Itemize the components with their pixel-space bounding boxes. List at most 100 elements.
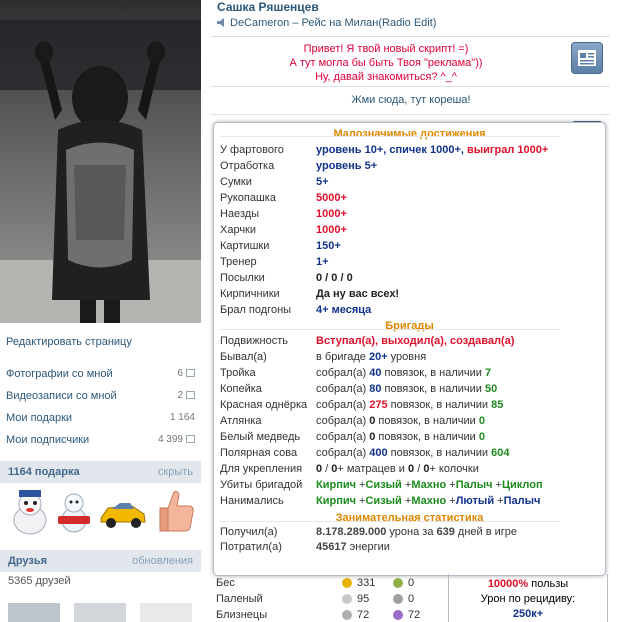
- speaker-icon: [217, 18, 224, 27]
- achievements-row: Картишки 150+: [220, 240, 600, 256]
- bonus-suffix: пользы: [528, 578, 569, 590]
- gift-snowman-icon[interactable]: [52, 486, 96, 536]
- row-value: 45617 энергии: [316, 541, 390, 553]
- value-part: собрал(а): [316, 367, 370, 379]
- coin-icon: [342, 610, 352, 620]
- avatar[interactable]: [0, 0, 201, 323]
- value-part: Сизый: [365, 495, 402, 507]
- bonus-box: 10000% пользы Урон по рецидиву: 250к+: [448, 574, 608, 622]
- row-label: Полярная сова: [220, 447, 298, 459]
- value-part: Да ну вас всех!: [316, 288, 400, 300]
- gifts-row: [0, 484, 201, 544]
- bottom-row-label: Близнецы: [216, 609, 268, 621]
- value-part: уровень 10+, спичек 1000+,: [316, 144, 467, 156]
- row-label: Подвижность: [220, 335, 289, 347]
- row-label: Тренер: [220, 256, 257, 268]
- news-button[interactable]: [571, 42, 603, 74]
- friend-avatar[interactable]: [8, 603, 60, 622]
- row-value: собрал(а) 40 повязок, в наличии 7: [316, 367, 491, 379]
- brigades-row: Тройка собрал(а) 40 повязок, в наличии 7: [220, 367, 600, 383]
- my-gifts-link[interactable]: Мои подарки 1 164: [6, 412, 195, 428]
- brigades-row: Подвижность Вступал(а), выходил(а), созда…: [220, 335, 600, 351]
- friends-updates-link[interactable]: обновления: [132, 555, 193, 567]
- value-part: Сизый: [365, 479, 402, 491]
- row-label: Бывал(а): [220, 351, 267, 363]
- row-value: в бригаде 20+ уровня: [316, 351, 426, 363]
- value-part: Циклоп: [501, 479, 543, 491]
- friend-avatar[interactable]: [74, 603, 126, 622]
- row-label: Убиты бригадой: [220, 479, 303, 491]
- stats-row: Потратил(а) 45617 энергии: [220, 541, 600, 557]
- value-part: + матрацев и: [337, 463, 409, 475]
- gift-dog-icon[interactable]: [8, 486, 52, 536]
- videos-with-me-link[interactable]: Видеозаписи со мной 2: [6, 390, 195, 406]
- key-icon: [393, 594, 403, 604]
- brigades-row: Белый медведь собрал(а) 0 повязок, в нали…: [220, 431, 600, 447]
- value-part: дней в игре: [454, 526, 518, 538]
- value-part: в бригаде: [316, 351, 369, 363]
- gifts-hide-link[interactable]: скрыть: [158, 466, 193, 478]
- achievements-row: Посылки 0 / 0 / 0: [220, 272, 600, 288]
- value-part: 45617: [316, 541, 347, 553]
- gifts-count: 1 164: [169, 412, 195, 423]
- promo-link[interactable]: Жми сюда, тут кореша!: [211, 94, 611, 106]
- my-subscribers-link[interactable]: Мои подписчики 4 399: [6, 434, 195, 450]
- value-part: 0: [478, 431, 485, 443]
- bottom-row-label: Бес: [216, 577, 235, 589]
- value-part: 1000+: [316, 208, 347, 220]
- brigades-row: Копейка собрал(а) 80 повязок, в наличии 5…: [220, 383, 600, 399]
- divider: [211, 114, 610, 115]
- value-part: уровня: [387, 351, 427, 363]
- photos-count: 6: [177, 368, 183, 379]
- promo-line-3: Ну, давай знакомиться? ^_^: [315, 71, 457, 83]
- friend-avatar[interactable]: [140, 603, 192, 622]
- friends-title[interactable]: Друзья: [8, 555, 47, 567]
- value-part: 0: [478, 415, 485, 427]
- value-part: Вступал(а), выходил(а), создавал(а): [316, 335, 515, 347]
- gift-thumbs-up-icon[interactable]: [154, 486, 198, 536]
- edit-page-link[interactable]: Редактировать страницу: [6, 336, 132, 348]
- brigades-row: Для укрепления 0 / 0+ матрацев и 0 / 0+ к…: [220, 463, 600, 479]
- brigades-row: Убиты бригадой Кирпич +Сизый +Махно +Палы…: [220, 479, 600, 495]
- row-value: уровень 5+: [316, 160, 377, 172]
- row-value: Вступал(а), выходил(а), создавал(а): [316, 335, 514, 347]
- recidivist-damage-value: 250к+: [512, 608, 544, 620]
- bottom-row-value-a: 72: [357, 609, 370, 621]
- divider: [220, 521, 560, 522]
- value-part: 40: [369, 367, 382, 379]
- profile-status[interactable]: DeCameron – Рейс на Милан(Radio Edit): [217, 17, 436, 29]
- row-label: Кирпичники: [220, 288, 280, 300]
- value-part: 8.178.289.000: [316, 526, 387, 538]
- friends-count: 5365 друзей: [8, 575, 71, 587]
- divider: [220, 136, 560, 137]
- row-value: 8.178.289.000 урона за 639 дней в игре: [316, 526, 517, 538]
- row-label: Посылки: [220, 272, 265, 284]
- value-part: +: [446, 479, 456, 491]
- value-part: повязок, в наличии: [381, 367, 485, 379]
- row-value: собрал(а) 400 повязок, в наличии 604: [316, 447, 509, 459]
- promo-line-1: Привет! Я твой новый скрипт! =): [303, 43, 469, 55]
- row-label: Для укрепления: [220, 463, 303, 475]
- key-icon: [393, 578, 403, 588]
- row-label: Отработка: [220, 160, 275, 172]
- row-value: 0 / 0+ матрацев и 0 / 0+ колочки: [316, 463, 479, 475]
- value-part: выиграл 1000+: [466, 144, 549, 156]
- divider: [211, 36, 610, 37]
- row-label: У фартового: [220, 144, 284, 156]
- row-value: 0 / 0 / 0: [316, 272, 353, 284]
- achievements-row: Тренер 1+: [220, 256, 600, 272]
- brigades-row: Нанимались Кирпич +Сизый +Махно +Лютый +П…: [220, 495, 600, 511]
- value-part: 604: [491, 447, 510, 459]
- value-part: 5+: [316, 176, 329, 188]
- bottom-strip: Бес 331 0 Паленый 95 0 Близнецы 72 72 10…: [211, 574, 632, 622]
- bottom-row-value-b: 0: [408, 577, 415, 589]
- photos-with-me-label: Фотографии со мной: [6, 368, 113, 380]
- gift-car-icon[interactable]: [98, 486, 146, 536]
- achievements-row: У фартового уровень 10+, спичек 1000+, вы…: [220, 144, 600, 160]
- row-label: Наезды: [220, 208, 260, 220]
- row-label: Получил(а): [220, 526, 278, 538]
- photos-with-me-link[interactable]: Фотографии со мной 6: [6, 368, 195, 384]
- row-value: Кирпич +Сизый +Махно +Лютый +Палыч: [316, 495, 540, 507]
- bottom-row-value-b: 0: [408, 593, 415, 605]
- gifts-title[interactable]: 1164 подарка: [8, 466, 80, 478]
